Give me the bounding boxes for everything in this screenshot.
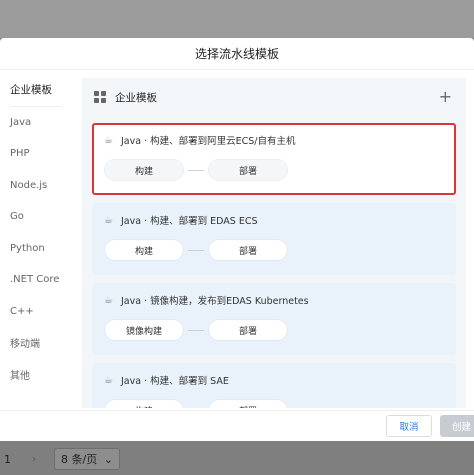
sidebar-item-other[interactable]: 其他 bbox=[0, 359, 82, 391]
stage-flow: 构建 部署 bbox=[104, 239, 444, 261]
sidebar-item-label: Python bbox=[10, 242, 45, 254]
dialog-title: 选择流水线模板 bbox=[0, 38, 474, 70]
chevron-down-icon: ⌄ bbox=[103, 452, 113, 466]
sidebar-item-enterprise[interactable]: 企业模板 bbox=[0, 74, 82, 106]
stage-pill: 部署 bbox=[208, 159, 288, 181]
stage-pill: 部署 bbox=[208, 319, 288, 341]
sidebar-item-label: Java bbox=[10, 116, 32, 128]
java-icon: ☕ bbox=[104, 374, 113, 386]
sidebar-item-cpp[interactable]: C++ bbox=[0, 296, 82, 328]
template-group-header: 企业模板 + bbox=[82, 78, 466, 116]
template-card[interactable]: ☕ Java · 镜像构建，发布到EDAS Kubernetes 镜像构建 部署 bbox=[92, 283, 456, 355]
backdrop-overlay bbox=[0, 0, 474, 38]
sidebar-item-dotnet[interactable]: .NET Core bbox=[0, 264, 82, 296]
template-title: Java · 构建、部署到 SAE bbox=[121, 376, 229, 387]
template-group-title: 企业模板 bbox=[115, 91, 157, 104]
java-icon: ☕ bbox=[104, 294, 113, 306]
stage-pill: 部署 bbox=[208, 399, 288, 408]
plus-icon[interactable]: + bbox=[439, 89, 452, 105]
stage-connector bbox=[188, 249, 204, 251]
java-icon: ☕ bbox=[104, 214, 113, 226]
template-list-panel: 企业模板 + ☕ Java · 构建、部署到阿里云ECS/自有主机 构建 部署 … bbox=[82, 78, 466, 408]
sidebar-item-label: .NET Core bbox=[10, 274, 60, 286]
sidebar-item-label: PHP bbox=[10, 148, 30, 160]
grid-icon bbox=[94, 91, 106, 103]
template-card[interactable]: ☕ Java · 构建、部署到 EDAS ECS 构建 部署 bbox=[92, 203, 456, 275]
sidebar-item-label: 移动端 bbox=[10, 339, 40, 351]
stage-pill: 构建 bbox=[104, 399, 184, 408]
page-size-value: 8 条/页 bbox=[61, 453, 98, 466]
sidebar-item-php[interactable]: PHP bbox=[0, 138, 82, 170]
sidebar-item-label: Node.js bbox=[10, 179, 48, 191]
stage-connector bbox=[188, 169, 204, 171]
stage-pill: 部署 bbox=[208, 239, 288, 261]
sidebar-item-nodejs[interactable]: Node.js bbox=[0, 170, 82, 202]
stage-pill: 镜像构建 bbox=[104, 319, 184, 341]
sidebar-item-go[interactable]: Go bbox=[0, 201, 82, 233]
stage-pill: 构建 bbox=[104, 159, 184, 181]
chevron-right-icon[interactable]: › bbox=[22, 449, 46, 469]
template-picker-dialog: 选择流水线模板 企业模板 Java PHP Node.js Go Python … bbox=[0, 38, 474, 441]
sidebar-item-java[interactable]: Java bbox=[0, 107, 82, 139]
create-button[interactable]: 创建 bbox=[440, 415, 474, 437]
template-card[interactable]: ☕ Java · 构建、部署到阿里云ECS/自有主机 构建 部署 bbox=[92, 123, 456, 195]
template-title: Java · 镜像构建，发布到EDAS Kubernetes bbox=[121, 296, 309, 307]
page-number[interactable]: 1 bbox=[0, 453, 18, 466]
page-size-select[interactable]: 8 条/页 ⌄ bbox=[54, 448, 120, 470]
template-title: Java · 构建、部署到 EDAS ECS bbox=[121, 216, 258, 227]
sidebar-item-python[interactable]: Python bbox=[0, 233, 82, 265]
java-icon: ☕ bbox=[104, 134, 113, 146]
template-card[interactable]: ☕ Java · 构建、部署到 SAE 构建 部署 bbox=[92, 363, 456, 408]
sidebar-item-label: 企业模板 bbox=[10, 84, 52, 97]
stage-pill: 构建 bbox=[104, 239, 184, 261]
sidebar-item-mobile[interactable]: 移动端 bbox=[0, 327, 82, 359]
stage-flow: 构建 部署 bbox=[104, 399, 444, 408]
sidebar-item-label: Go bbox=[10, 211, 24, 223]
sidebar-item-label: C++ bbox=[10, 305, 34, 317]
template-title: Java · 构建、部署到阿里云ECS/自有主机 bbox=[121, 136, 296, 147]
sidebar-item-label: 其他 bbox=[10, 370, 30, 382]
dialog-footer: 取消 创建 bbox=[0, 410, 474, 441]
stage-connector bbox=[188, 329, 204, 331]
stage-flow: 构建 部署 bbox=[104, 159, 444, 181]
pagination: 1 › 8 条/页 ⌄ bbox=[0, 446, 120, 472]
cancel-button[interactable]: 取消 bbox=[386, 415, 432, 437]
category-sidebar: 企业模板 Java PHP Node.js Go Python .NET Cor… bbox=[0, 74, 82, 404]
stage-flow: 镜像构建 部署 bbox=[104, 319, 444, 341]
